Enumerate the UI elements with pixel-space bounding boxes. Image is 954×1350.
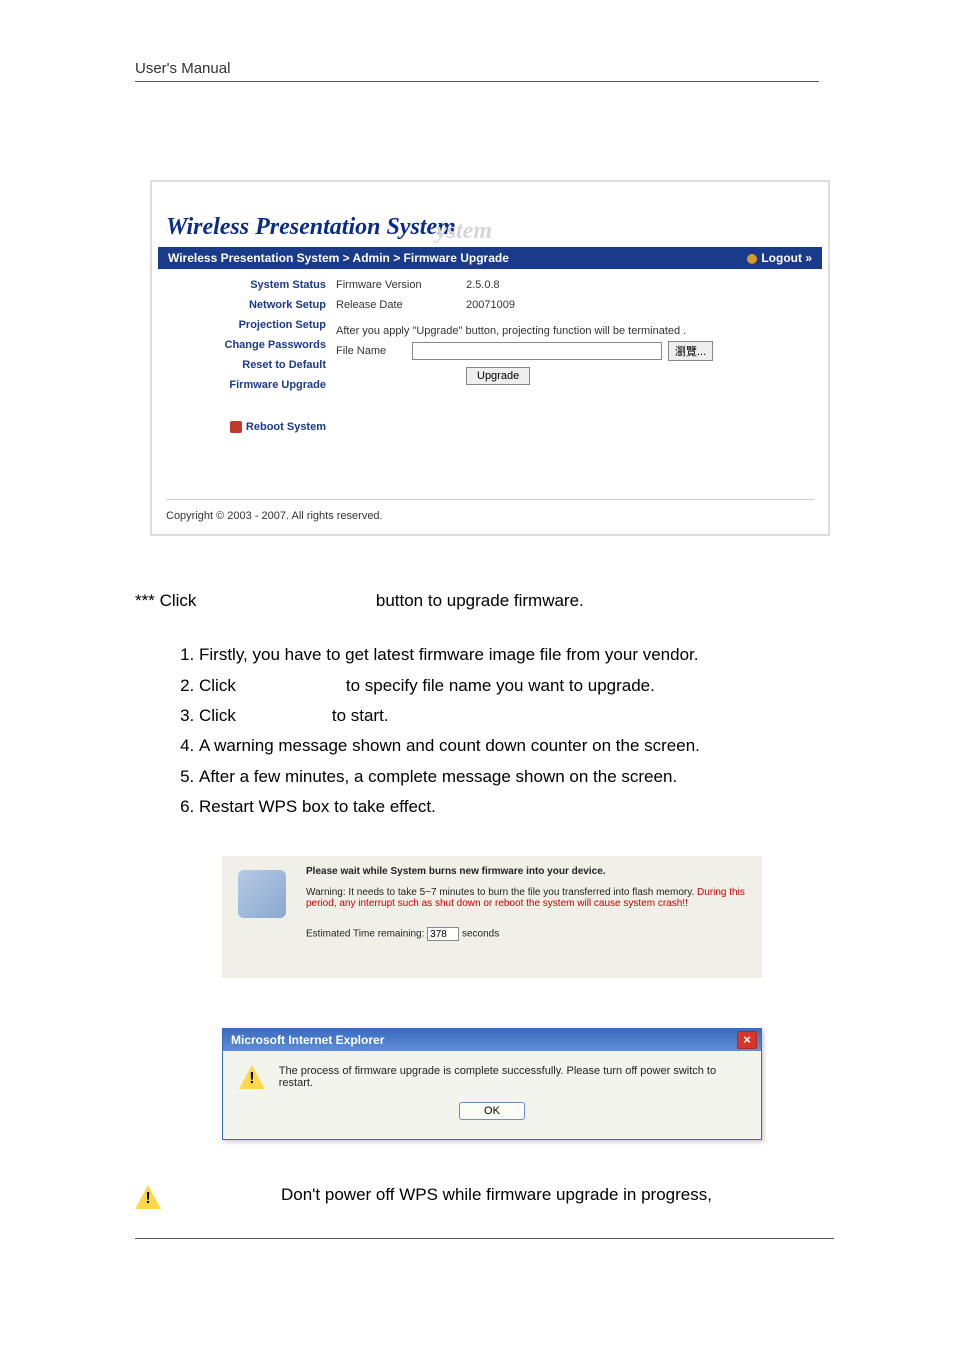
burning-icon <box>222 856 302 978</box>
sidebar-item-network-setup[interactable]: Network Setup <box>158 295 326 315</box>
firmware-version-label: Firmware Version <box>336 279 466 291</box>
ie-dialog-title: Microsoft Internet Explorer <box>231 1029 384 1051</box>
step-3: Clickto start. <box>199 701 834 731</box>
release-date-label: Release Date <box>336 299 466 311</box>
ok-button[interactable]: OK <box>459 1102 525 1120</box>
manual-title: User's Manual <box>135 60 230 77</box>
sidebar-item-firmware-upgrade[interactable]: Firmware Upgrade <box>158 375 326 395</box>
page-rule <box>135 1238 834 1239</box>
sidebar-item-reset-to-default[interactable]: Reset to Default <box>158 355 326 375</box>
body-text: *** Click button to upgrade firmware. Fi… <box>135 588 834 822</box>
burning-progress-panel: Please wait while System burns new firmw… <box>222 856 762 978</box>
sidebar-item-change-passwords[interactable]: Change Passwords <box>158 335 326 355</box>
click-line-pre: *** Click <box>135 591 196 610</box>
browse-button[interactable]: 瀏覽... <box>668 341 713 361</box>
steps-list: Firstly, you have to get latest firmware… <box>135 640 834 822</box>
alert-icon <box>135 1185 161 1209</box>
sidebar: System Status Network Setup Projection S… <box>158 275 336 437</box>
step-4: A warning message shown and count down c… <box>199 731 834 761</box>
step-6: Restart WPS box to take effect. <box>199 792 834 822</box>
page-header: User's Manual <box>135 60 819 82</box>
breadcrumb: Wireless Presentation System > Admin > F… <box>168 247 509 269</box>
wait-title: Please wait while System burns new firmw… <box>306 866 752 877</box>
admin-screenshot: Wireless Presentation System Wireless Pr… <box>150 180 830 536</box>
sidebar-item-projection-setup[interactable]: Projection Setup <box>158 315 326 335</box>
copyright: Copyright © 2003 - 2007. All rights rese… <box>166 499 814 522</box>
footer-warning-text: Don't power off WPS while firmware upgra… <box>281 1185 712 1205</box>
upgrade-button[interactable]: Upgrade <box>466 367 530 385</box>
upgrade-warning: After you apply "Upgrade" button, projec… <box>336 315 822 341</box>
step-1: Firstly, you have to get latest firmware… <box>199 640 834 670</box>
main-area: Firmware Version 2.5.0.8 Release Date 20… <box>336 275 822 437</box>
logout-link[interactable]: Logout » <box>747 247 812 269</box>
app-title: Wireless Presentation System <box>152 182 828 247</box>
alert-icon <box>239 1065 265 1089</box>
step-5: After a few minutes, a complete message … <box>199 762 834 792</box>
firmware-version-value: 2.5.0.8 <box>466 279 822 291</box>
wait-timer: Estimated Time remaining: seconds <box>306 927 752 941</box>
wait-warning: Warning: It needs to take 5~7 minutes to… <box>306 887 752 909</box>
sidebar-item-system-status[interactable]: System Status <box>158 275 326 295</box>
timer-seconds-input[interactable] <box>427 927 459 941</box>
close-icon[interactable]: × <box>737 1031 757 1049</box>
ie-dialog: Microsoft Internet Explorer × The proces… <box>222 1028 762 1140</box>
file-name-input[interactable] <box>412 342 662 360</box>
sidebar-item-reboot-system[interactable]: Reboot System <box>158 417 326 437</box>
footer-warning: Don't power off WPS while firmware upgra… <box>135 1185 834 1209</box>
click-line-post: button to upgrade firmware. <box>376 591 584 610</box>
breadcrumb-bar: Wireless Presentation System > Admin > F… <box>158 247 822 269</box>
ie-dialog-message: The process of firmware upgrade is compl… <box>279 1065 749 1089</box>
step-2: Clickto specify file name you want to up… <box>199 671 834 701</box>
release-date-value: 20071009 <box>466 299 822 311</box>
file-name-label: File Name <box>336 345 406 357</box>
